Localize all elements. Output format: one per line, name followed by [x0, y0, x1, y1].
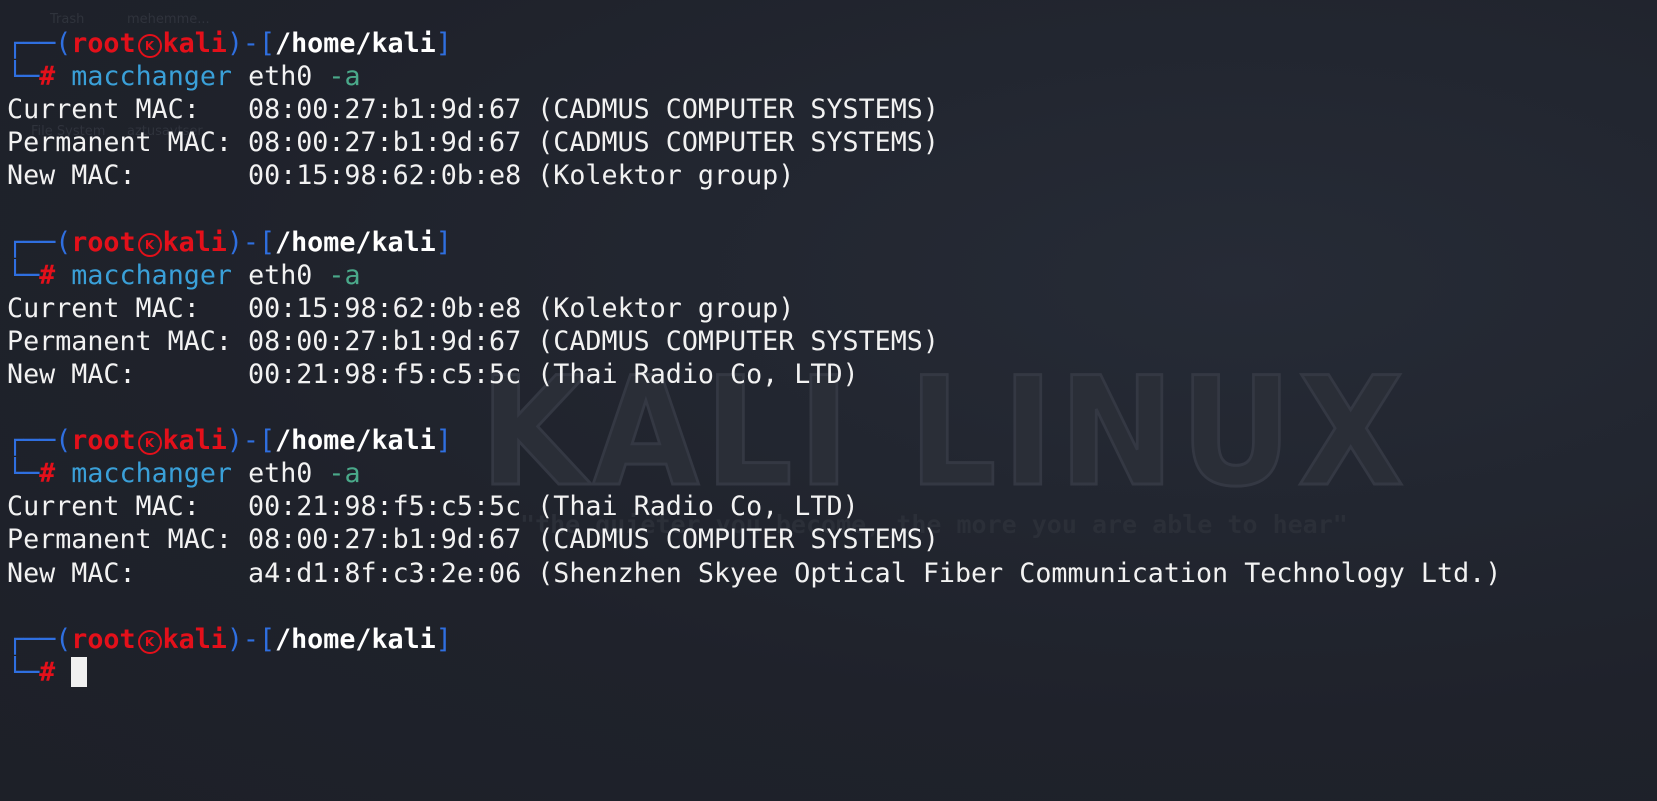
- prompt-frame: ┌──(: [7, 425, 72, 457]
- mac-label: New MAC:: [7, 557, 136, 589]
- command-args: eth0: [248, 61, 313, 93]
- prompt-symbol: #: [39, 458, 56, 490]
- command-line: └─# macchanger eth0 -a: [7, 457, 1501, 490]
- command-flag: -a: [328, 259, 361, 291]
- output-line: Permanent MAC: 08:00:27:b1:9d:67 (CADMUS …: [7, 325, 1501, 358]
- command-line: └─# macchanger eth0 -a: [7, 60, 1501, 93]
- command-line: └─#: [7, 656, 1501, 689]
- mac-label: New MAC:: [7, 358, 136, 390]
- prompt-path: /home/kali: [275, 28, 436, 59]
- desktop-icon-trash[interactable]: Trash: [50, 12, 84, 27]
- prompt-frame: └─: [7, 656, 40, 688]
- output-line: Current MAC: 00:15:98:62:0b:e8 (Kolektor …: [7, 292, 1501, 325]
- mac-vendor: (CADMUS COMPUTER SYSTEMS): [537, 524, 939, 556]
- mac-vendor: (Thai Radio Co, LTD): [537, 491, 859, 523]
- prompt-frame: )-[: [226, 623, 276, 655]
- mac-address: 08:00:27:b1:9d:67: [248, 127, 522, 159]
- output-line: New MAC: 00:21:98:f5:c5:5c (Thai Radio Co…: [7, 358, 1501, 391]
- prompt-host: kali: [162, 226, 227, 258]
- mac-address: 00:15:98:62:0b:e8: [248, 160, 522, 192]
- prompt-frame: └─: [7, 458, 40, 490]
- prompt-frame: ]: [435, 226, 452, 258]
- prompt-path: /home/kali: [275, 425, 436, 457]
- mac-vendor: (CADMUS COMPUTER SYSTEMS): [537, 94, 939, 126]
- command-flag: -a: [328, 458, 361, 490]
- mac-label: Permanent MAC:: [7, 325, 232, 357]
- prompt-host: kali: [162, 28, 227, 59]
- mac-vendor: (Shenzhen Skyee Optical Fiber Communicat…: [537, 557, 1502, 589]
- mac-address: 00:15:98:62:0b:e8: [248, 292, 522, 324]
- mac-vendor: (Kolektor group): [537, 292, 795, 324]
- mac-label: Current MAC:: [7, 292, 200, 324]
- mac-address: 00:21:98:f5:c5:5c: [248, 358, 522, 390]
- prompt-frame: ]: [435, 28, 452, 59]
- mac-vendor: (CADMUS COMPUTER SYSTEMS): [537, 127, 939, 159]
- mac-address: 00:21:98:f5:c5:5c: [248, 491, 522, 523]
- output-line: New MAC: 00:15:98:62:0b:e8 (Kolektor grou…: [7, 159, 1501, 192]
- mac-label: Current MAC:: [7, 491, 200, 523]
- prompt-frame: └─: [7, 61, 40, 93]
- prompt-frame: ]: [435, 425, 452, 457]
- prompt-user: root: [71, 226, 136, 258]
- command-line: └─# macchanger eth0 -a: [7, 259, 1501, 292]
- output-line: Current MAC: 08:00:27:b1:9d:67 (CADMUS CO…: [7, 93, 1501, 126]
- prompt-host: kali: [162, 425, 227, 457]
- desktop-icon-folder[interactable]: mehemme...: [127, 12, 210, 27]
- command-flag: -a: [328, 61, 361, 93]
- command-name: macchanger: [71, 458, 232, 490]
- terminal-output[interactable]: ┌──(root Kkali)-[/home/kali] └─# macchange…: [7, 27, 1501, 689]
- prompt-symbol: #: [39, 61, 56, 93]
- command-name: macchanger: [71, 259, 232, 291]
- command-args: eth0: [248, 458, 313, 490]
- prompt-path: /home/kali: [275, 623, 436, 655]
- prompt-frame: ┌──(: [7, 623, 72, 655]
- mac-address: a4:d1:8f:c3:2e:06: [248, 557, 522, 589]
- prompt-frame: ┌──(: [7, 28, 72, 59]
- command-name: macchanger: [71, 61, 232, 93]
- kali-skull-icon: K: [137, 232, 162, 257]
- mac-vendor: (CADMUS COMPUTER SYSTEMS): [537, 325, 939, 357]
- mac-label: Permanent MAC:: [7, 524, 232, 556]
- mac-vendor: (Thai Radio Co, LTD): [537, 358, 859, 390]
- prompt-user: root: [71, 623, 136, 655]
- prompt-header: ┌──(root Kkali)-[/home/kali]: [7, 226, 1501, 259]
- terminal-cursor[interactable]: [71, 656, 88, 687]
- prompt-frame: )-[: [226, 28, 276, 59]
- kali-skull-icon: K: [137, 34, 162, 58]
- prompt-user: root: [71, 425, 136, 457]
- prompt-path: /home/kali: [275, 226, 436, 258]
- mac-vendor: (Kolektor group): [537, 160, 795, 192]
- kali-skull-icon: K: [137, 431, 162, 456]
- prompt-frame: ┌──(: [7, 226, 72, 258]
- prompt-symbol: #: [39, 656, 56, 688]
- prompt-symbol: #: [39, 259, 56, 291]
- output-line: Permanent MAC: 08:00:27:b1:9d:67 (CADMUS …: [7, 126, 1501, 159]
- prompt-frame: └─: [7, 259, 40, 291]
- prompt-user: root: [71, 28, 136, 59]
- prompt-header: ┌──(root Kkali)-[/home/kali]: [7, 623, 1501, 656]
- output-line: New MAC: a4:d1:8f:c3:2e:06 (Shenzhen Skye…: [7, 557, 1501, 590]
- mac-address: 08:00:27:b1:9d:67: [248, 94, 522, 126]
- mac-label: Current MAC:: [7, 94, 200, 126]
- prompt-header: ┌──(root Kkali)-[/home/kali]: [7, 424, 1501, 457]
- command-args: eth0: [248, 259, 313, 291]
- prompt-host: kali: [162, 623, 227, 655]
- prompt-frame: )-[: [226, 425, 276, 457]
- mac-label: Permanent MAC:: [7, 127, 232, 159]
- mac-address: 08:00:27:b1:9d:67: [248, 524, 522, 556]
- output-line: Current MAC: 00:21:98:f5:c5:5c (Thai Radi…: [7, 490, 1501, 523]
- mac-address: 08:00:27:b1:9d:67: [248, 325, 522, 357]
- mac-label: New MAC:: [7, 160, 136, 192]
- prompt-frame: )-[: [226, 226, 276, 258]
- prompt-frame: ]: [435, 623, 452, 655]
- prompt-header: ┌──(root Kkali)-[/home/kali]: [7, 27, 1501, 60]
- output-line: Permanent MAC: 08:00:27:b1:9d:67 (CADMUS …: [7, 523, 1501, 556]
- kali-skull-icon: K: [137, 629, 162, 654]
